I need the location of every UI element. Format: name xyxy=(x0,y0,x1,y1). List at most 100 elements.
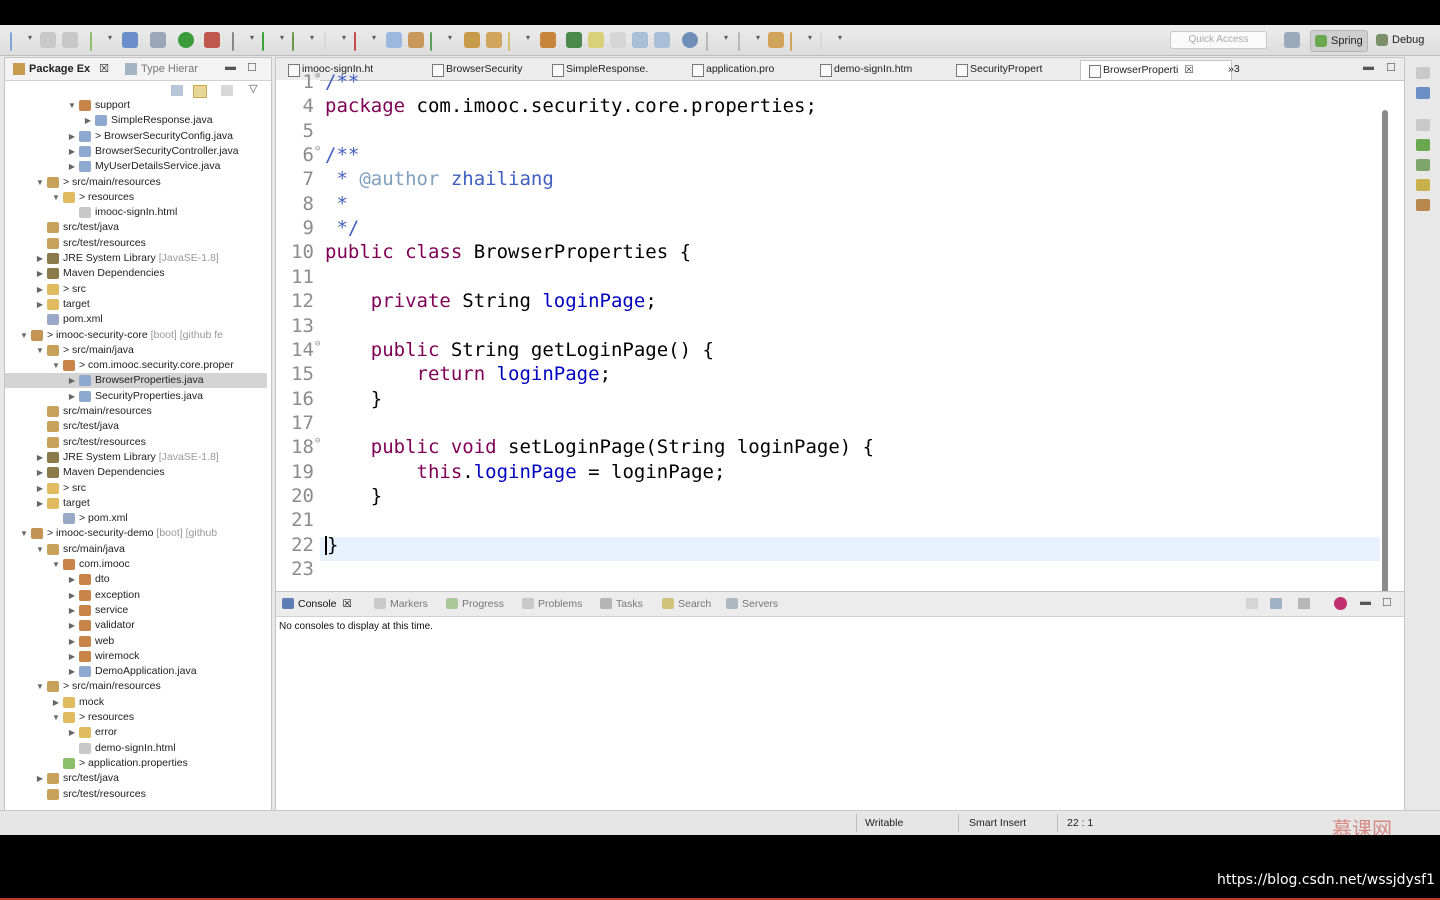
tree-item[interactable]: ▶ SecurityProperties.java xyxy=(5,389,267,404)
stop-server-icon[interactable] xyxy=(204,32,220,48)
console-tab-markers[interactable]: Markers xyxy=(374,597,428,611)
open-type-icon[interactable] xyxy=(90,32,112,51)
quick-access-input[interactable]: Quick Access xyxy=(1170,31,1267,49)
open-console-icon[interactable] xyxy=(1298,598,1310,609)
tree-item[interactable]: ▶ > src xyxy=(5,481,267,496)
expanded-arrow-icon[interactable]: ▼ xyxy=(51,710,61,725)
restore-icon[interactable] xyxy=(1416,119,1430,131)
open-resource-icon[interactable] xyxy=(486,32,502,48)
expanded-arrow-icon[interactable]: ▼ xyxy=(35,343,45,358)
tree-item[interactable]: ▶ Maven Dependencies xyxy=(5,266,267,281)
show-whitespace-icon[interactable] xyxy=(632,32,648,48)
maximize-icon[interactable]: ☐ xyxy=(1386,61,1396,74)
perspective-debug[interactable]: Debug xyxy=(1372,30,1428,50)
open-perspective-icon[interactable] xyxy=(1284,32,1300,48)
close-icon[interactable]: ☒ xyxy=(343,598,352,610)
collapsed-arrow-icon[interactable]: ▶ xyxy=(67,144,77,159)
expanded-arrow-icon[interactable]: ▼ xyxy=(67,98,77,113)
tree-item[interactable]: ▶ BrowserSecurityController.java xyxy=(5,144,267,159)
collapse-fold-icon[interactable]: ⊖ xyxy=(315,339,320,349)
collapsed-arrow-icon[interactable]: ▶ xyxy=(35,465,45,480)
save-all-icon[interactable] xyxy=(62,32,78,48)
tree-item[interactable]: > pom.xml xyxy=(5,511,267,526)
tree-item[interactable]: ▼ > imooc-security-core [boot] [github fe xyxy=(5,328,267,343)
pin-console-icon[interactable] xyxy=(1246,598,1258,609)
task-list-icon[interactable] xyxy=(1416,159,1430,171)
minimize-icon[interactable]: ▬ xyxy=(225,61,236,73)
code-editor[interactable]: 1 ⊕ 4 5 6 ⊖ 7 8 9 10 11 12 13 14 ⊖ 15 16 17 18 ⊖ 19 20 21 22 23 … xyxy=(276,71,1404,614)
tree-item[interactable]: src/test/java xyxy=(5,220,267,235)
tree-item[interactable]: ▶ validator xyxy=(5,618,267,633)
previous-annotation-icon[interactable] xyxy=(738,32,760,51)
link-with-editor-icon[interactable] xyxy=(193,85,207,98)
tree-item[interactable]: ▶ target xyxy=(5,496,267,511)
expanded-arrow-icon[interactable]: ▼ xyxy=(51,190,61,205)
tree-item[interactable]: src/test/resources xyxy=(5,435,267,450)
tree-item[interactable]: ▼ com.imooc xyxy=(5,557,267,572)
console-tab-tasks[interactable]: Tasks xyxy=(600,597,643,611)
tree-item[interactable]: imooc-signIn.html xyxy=(5,205,267,220)
expanded-arrow-icon[interactable]: ▼ xyxy=(35,679,45,694)
new-class-icon[interactable] xyxy=(430,32,452,51)
collapsed-arrow-icon[interactable]: ▶ xyxy=(51,695,61,710)
collapsed-arrow-icon[interactable]: ▶ xyxy=(67,572,77,587)
tree-item[interactable]: ▼ > resources xyxy=(5,710,267,725)
collapsed-arrow-icon[interactable]: ▶ xyxy=(35,771,45,786)
tree-item[interactable]: ▶ mock xyxy=(5,695,267,710)
tree-item[interactable]: ▼ src/main/java xyxy=(5,542,267,557)
editor-tab[interactable]: SecurityPropert xyxy=(948,60,1090,79)
tree-item[interactable]: ▼ > resources xyxy=(5,190,267,205)
editor-tab[interactable]: BrowserProperti ☒ xyxy=(1080,60,1232,80)
close-icon[interactable]: ☒ xyxy=(99,63,109,75)
new-package-icon[interactable] xyxy=(408,32,424,48)
tree-item[interactable]: ▶ Maven Dependencies xyxy=(5,465,267,480)
tree-item[interactable]: ▶ BrowserProperties.java xyxy=(5,373,267,389)
toggle-ant-icon[interactable] xyxy=(540,32,556,48)
tree-item[interactable]: ▶ target xyxy=(5,297,267,312)
collapse-all-icon[interactable] xyxy=(171,85,183,96)
git-icon[interactable] xyxy=(1416,179,1430,191)
collapse-fold-icon[interactable]: ⊖ xyxy=(315,144,320,154)
collapsed-arrow-icon[interactable]: ▶ xyxy=(67,618,77,633)
tree-item[interactable]: src/main/resources xyxy=(5,404,267,419)
save-icon[interactable] xyxy=(40,32,56,48)
tab-type-hierarchy[interactable]: Type Hierar xyxy=(123,62,198,76)
collapsed-arrow-icon[interactable]: ▶ xyxy=(67,649,77,664)
tree-item[interactable]: ▶ dto xyxy=(5,572,267,587)
collapsed-arrow-icon[interactable]: ▶ xyxy=(67,373,77,388)
focus-icon[interactable] xyxy=(221,85,233,96)
web-browser-icon[interactable] xyxy=(682,32,698,48)
bookmark-icon[interactable] xyxy=(354,32,376,51)
expanded-arrow-icon[interactable]: ▼ xyxy=(35,542,45,557)
spring-explorer-icon[interactable] xyxy=(1416,139,1430,151)
tree-item[interactable]: src/test/resources xyxy=(5,787,267,802)
perspective-spring[interactable]: Spring xyxy=(1310,30,1368,52)
tree-item[interactable]: ▶ exception xyxy=(5,588,267,603)
skip-breakpoints-icon[interactable] xyxy=(150,32,166,48)
editor-tab[interactable]: SimpleResponse. xyxy=(544,60,686,79)
minimize-icon[interactable]: ▬ xyxy=(1363,61,1374,73)
junit-icon[interactable] xyxy=(1416,199,1430,211)
maximize-icon[interactable]: ☐ xyxy=(1382,596,1392,609)
tree-item[interactable]: ▶ error xyxy=(5,725,267,740)
console-tab-problems[interactable]: Problems xyxy=(522,597,582,611)
tree-item[interactable]: ▶ > src xyxy=(5,282,267,297)
console-tab-search[interactable]: Search xyxy=(662,597,711,611)
expanded-arrow-icon[interactable]: ▼ xyxy=(19,526,29,541)
minimize-icon[interactable]: ▬ xyxy=(1360,596,1371,608)
editor-tab[interactable]: application.pro xyxy=(684,60,826,79)
tree-item[interactable]: ▼ > src/main/java xyxy=(5,343,267,358)
tab-package-explorer[interactable]: Package Ex ☒ xyxy=(11,62,109,76)
collapsed-arrow-icon[interactable]: ▶ xyxy=(35,266,45,281)
expand-fold-icon[interactable]: ⊕ xyxy=(315,71,320,81)
forward-icon[interactable] xyxy=(820,32,842,51)
new-java-project-icon[interactable] xyxy=(386,32,402,48)
tree-item[interactable]: ▶ wiremock xyxy=(5,649,267,664)
collapse-fold-icon[interactable]: ⊖ xyxy=(315,436,320,446)
collapsed-arrow-icon[interactable]: ▶ xyxy=(35,450,45,465)
tree-item[interactable]: src/test/resources xyxy=(5,236,267,251)
tree-item[interactable]: ▼ support xyxy=(5,98,267,113)
collapsed-arrow-icon[interactable]: ▶ xyxy=(67,603,77,618)
collapsed-arrow-icon[interactable]: ▶ xyxy=(67,725,77,740)
collapsed-arrow-icon[interactable]: ▶ xyxy=(35,297,45,312)
